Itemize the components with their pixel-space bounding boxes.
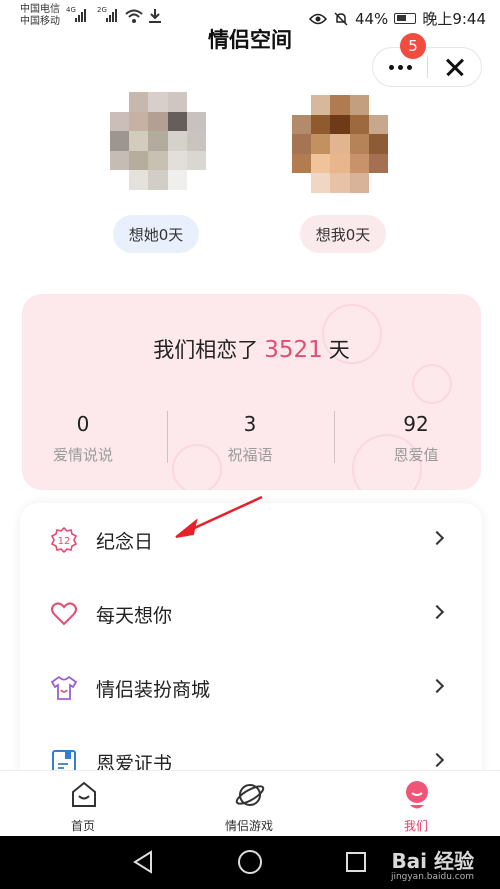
more-dots-icon: [388, 64, 394, 70]
love-days-card: 我们相恋了 3521 天 0 爱情说说 3 祝福语 92 恩爱值: [22, 294, 481, 490]
tab-label: 情侣游戏: [224, 819, 273, 833]
stat-value: 0: [76, 412, 90, 436]
tshirt-icon: [50, 675, 78, 700]
close-button[interactable]: [428, 47, 481, 87]
tab-home[interactable]: 首页: [33, 777, 133, 837]
menu-item-miss-you[interactable]: 每天想你: [20, 577, 482, 651]
tab-label: 首页: [70, 819, 95, 833]
stat-divider: [334, 411, 335, 463]
stat-blessings[interactable]: 3 祝福语: [175, 412, 325, 465]
menu-item-couple-shop[interactable]: 情侣装扮商城: [20, 651, 482, 725]
chevron-right-icon: [429, 752, 445, 768]
love-days-line: 我们相恋了 3521 天: [22, 334, 481, 364]
miss-me-pill[interactable]: 想我0天: [300, 215, 386, 253]
heart-icon: [51, 602, 77, 626]
mini-program-capsule: [372, 47, 482, 87]
tab-label: 我们: [403, 819, 428, 833]
stat-love-posts[interactable]: 0 爱情说说: [22, 412, 158, 465]
miss-her-pill[interactable]: 想她0天: [113, 215, 199, 253]
battery-icon: [394, 13, 417, 24]
home-icon: [72, 781, 96, 807]
signal-icon: [106, 8, 117, 22]
download-icon: [149, 9, 161, 23]
stat-label: 祝福语: [227, 446, 273, 464]
stat-label: 恩爱值: [393, 446, 439, 464]
carrier-1: 中国电信: [20, 4, 60, 15]
tab-couple-games[interactable]: 情侣游戏: [199, 777, 299, 837]
love-days-prefix: 我们相恋了: [153, 338, 259, 362]
avatar-her[interactable]: [110, 92, 206, 190]
recent-apps-icon[interactable]: [346, 852, 366, 872]
tab-bar: 首页 情侣游戏 我们: [0, 770, 500, 836]
anniversary-12-icon: 12: [50, 526, 78, 554]
eye-icon: [308, 13, 327, 24]
feature-menu: 12 纪念日 每天想你 情侣装扮商城 恩爱证书: [20, 503, 482, 803]
avatar-me[interactable]: [292, 95, 388, 193]
signal-icon: [75, 8, 86, 22]
stat-label: 爱情说说: [52, 446, 113, 464]
menu-item-label: 纪念日: [96, 531, 154, 553]
chevron-right-icon: [429, 604, 445, 620]
back-icon[interactable]: [132, 850, 154, 874]
love-days-count: 3521: [264, 337, 323, 363]
watermark-brand: Bai 经验: [391, 849, 474, 873]
stat-divider: [167, 411, 168, 463]
menu-item-anniversary[interactable]: 12 纪念日: [20, 503, 482, 577]
chevron-right-icon: [429, 530, 445, 546]
anniversary-icon-text: 12: [58, 536, 71, 547]
stat-value: 3: [243, 412, 257, 436]
home-button-icon[interactable]: [238, 850, 262, 874]
love-days-unit: 天: [328, 338, 350, 362]
decoration-icon: [412, 364, 452, 404]
watermark-url: jingyan.baidu.com: [390, 872, 474, 882]
system-navigation-bar: Bai 经验 jingyan.baidu.com: [0, 836, 500, 889]
tab-us[interactable]: 我们: [366, 777, 466, 837]
stat-value: 92: [403, 412, 429, 436]
wifi-icon: [125, 9, 143, 23]
menu-item-label: 每天想你: [96, 605, 173, 627]
chevron-right-icon: [429, 678, 445, 694]
notification-badge: 5: [400, 33, 426, 59]
stat-love-value[interactable]: 92 恩爱值: [341, 412, 481, 465]
planet-icon: [235, 784, 265, 806]
couple-icon: [406, 781, 428, 809]
menu-item-label: 情侣装扮商城: [96, 679, 211, 701]
